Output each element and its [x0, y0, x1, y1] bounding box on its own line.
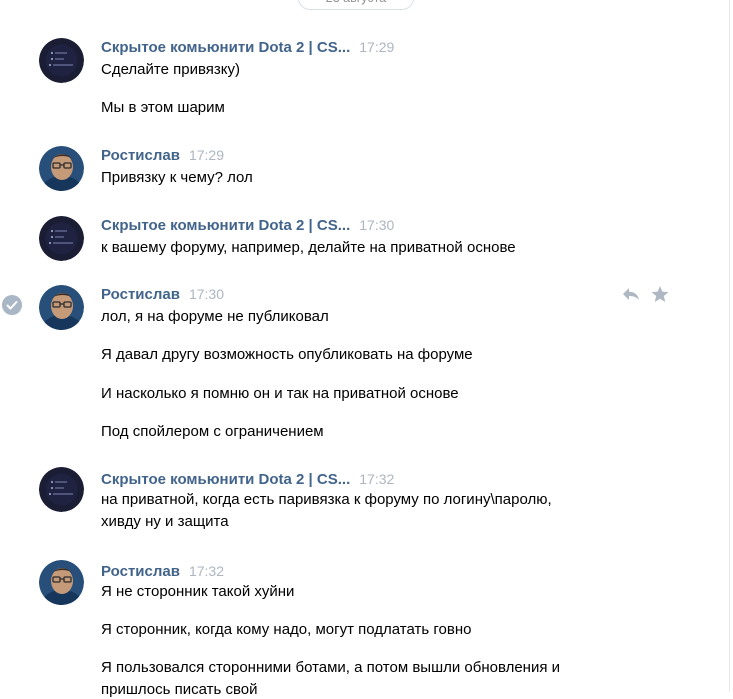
message-time[interactable]: 17:32	[189, 563, 224, 579]
message-header: Скрытое комьюнити Dota 2 | CS... 17:29	[101, 38, 394, 56]
message-time[interactable]: 17:29	[189, 147, 224, 163]
message-text: Сделайте привязку)	[101, 61, 240, 78]
message-time[interactable]: 17:30	[189, 286, 224, 302]
community-logo-icon[interactable]	[39, 216, 84, 261]
author-name[interactable]: Ростислав	[101, 286, 180, 303]
community-logo-icon[interactable]	[39, 467, 84, 512]
message-text: Привязку к чему? лол	[101, 169, 253, 186]
reply-icon[interactable]	[621, 285, 641, 303]
message-text: Я не сторонник такой хуйни	[101, 583, 295, 600]
user-photo-icon[interactable]	[39, 285, 84, 330]
author-name[interactable]: Ростислав	[101, 147, 180, 164]
author-name[interactable]: Ростислав	[101, 563, 180, 580]
user-photo-icon[interactable]	[39, 146, 84, 191]
message-header: Ростислав 17:29	[101, 146, 224, 164]
message-text: Я давал другу возможность опубликовать н…	[101, 346, 473, 363]
star-icon[interactable]	[650, 285, 670, 303]
message-text: И насколько я помню он и так на приватно…	[101, 385, 459, 402]
message-text: Я пользовался сторонними ботами, а потом…	[101, 659, 561, 676]
selected-check-icon[interactable]	[2, 295, 22, 315]
message-time[interactable]: 17:30	[359, 217, 394, 233]
message-header: Ростислав 17:30	[101, 285, 224, 303]
message-text: Под спойлером с ограничением	[101, 423, 324, 440]
author-name[interactable]: Скрытое комьюнити Dota 2 | CS...	[101, 217, 350, 234]
message-text: Мы в этом шарим	[101, 99, 225, 116]
panel-right-border	[729, 0, 730, 692]
date-separator: 23 августа	[298, 0, 414, 10]
message-text: на приватной, когда есть паривязка к фор…	[101, 491, 552, 508]
message-text: лол, я на форуме не публиковал	[101, 308, 329, 325]
message-header: Ростислав 17:32	[101, 562, 224, 580]
message-header: Скрытое комьюнити Dota 2 | CS... 17:30	[101, 216, 394, 234]
community-logo-icon[interactable]	[39, 38, 84, 83]
message-time[interactable]: 17:29	[359, 39, 394, 55]
message-text: Я сторонник, когда кому надо, могут подл…	[101, 621, 472, 638]
message-text: пришлось писать свой	[101, 681, 258, 698]
message-text: к вашему форуму, например, делайте на пр…	[101, 239, 516, 256]
user-photo-icon[interactable]	[39, 560, 84, 605]
author-name[interactable]: Скрытое комьюнити Dota 2 | CS...	[101, 471, 350, 488]
message-time[interactable]: 17:32	[359, 471, 394, 487]
message-text: хивду ну и защита	[101, 513, 229, 530]
message-header: Скрытое комьюнити Dota 2 | CS... 17:32	[101, 470, 394, 488]
author-name[interactable]: Скрытое комьюнити Dota 2 | CS...	[101, 39, 350, 56]
